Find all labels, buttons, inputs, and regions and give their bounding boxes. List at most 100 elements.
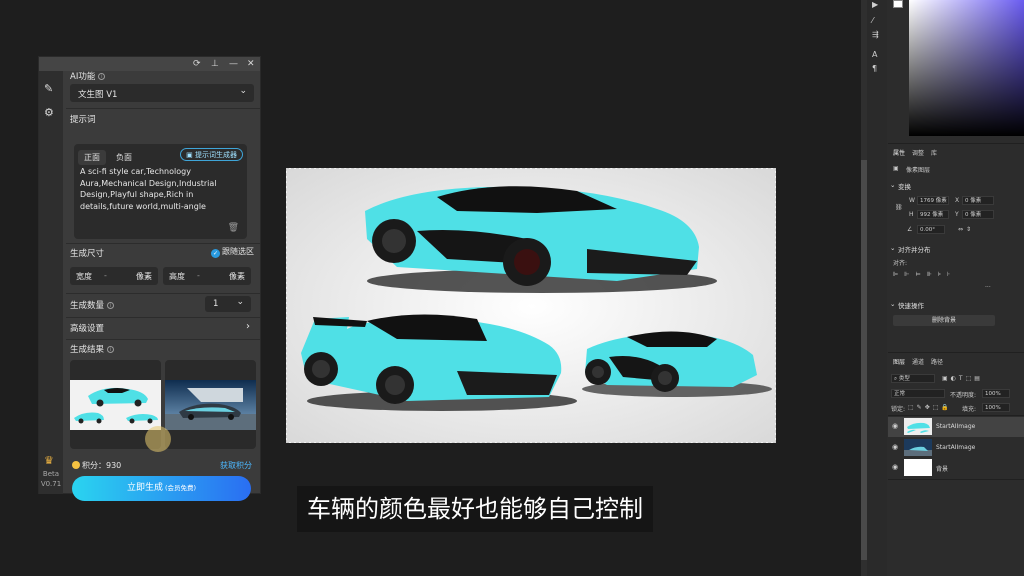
info-icon: i xyxy=(98,73,106,80)
pin-icon[interactable]: ⊥ xyxy=(211,58,219,70)
model-select[interactable]: 文生图 V1 ⌄ xyxy=(70,84,254,102)
remove-background-button[interactable]: 删除背景 xyxy=(893,315,995,326)
angle-input[interactable]: 0.00° xyxy=(917,225,945,234)
character-icon[interactable]: A xyxy=(872,50,877,59)
count-select[interactable]: 1 ⌄ xyxy=(205,296,251,312)
chevron-down-icon[interactable]: ⌄ xyxy=(890,244,895,252)
mouse-cursor-highlight xyxy=(145,426,171,452)
opacity-label: 不透明度: xyxy=(950,392,977,399)
align-buttons-icon[interactable]: ⊫⊩⊨⊪⊧⊦ xyxy=(893,271,956,278)
close-icon[interactable]: ✕ xyxy=(247,58,255,70)
refresh-icon[interactable]: ⟳ xyxy=(193,58,201,70)
color-picker-field[interactable] xyxy=(909,0,1024,136)
chevron-down-icon: ⌄ xyxy=(236,297,244,307)
divider xyxy=(888,143,1024,144)
align-label: 对齐: xyxy=(893,260,908,267)
info-icon: i xyxy=(107,346,115,353)
get-points-link[interactable]: 获取积分 xyxy=(220,460,252,471)
tab-negative[interactable]: 负面 xyxy=(110,150,138,165)
flip-icons[interactable]: ⇔⇕ xyxy=(958,226,974,233)
tab-positive[interactable]: 正面 xyxy=(78,150,106,165)
pixel-layer-icon: ▣ xyxy=(893,165,899,172)
canvas-image[interactable] xyxy=(286,168,776,443)
layer-row[interactable]: ◉ 背景 xyxy=(888,458,1024,478)
brush-settings-icon[interactable]: ⁄ xyxy=(872,16,873,25)
pixel-layer-label: 像素图层 xyxy=(906,167,931,174)
car-render-image xyxy=(287,169,775,442)
layer-thumbnail xyxy=(904,439,932,456)
trash-icon[interactable]: 🗑 xyxy=(228,223,239,233)
points-display: 积分：930 xyxy=(72,460,121,471)
layer-row[interactable]: ◉ StartAIImage xyxy=(888,438,1024,458)
brush-icon[interactable]: ✎ xyxy=(44,82,53,95)
align-heading: 对齐并分布 xyxy=(898,246,931,254)
size-heading: 生成尺寸 xyxy=(70,249,105,259)
crown-icon: ♛ xyxy=(44,454,54,467)
width-field[interactable]: 宽度 - 像素 xyxy=(70,267,158,285)
eye-icon[interactable]: ◉ xyxy=(892,443,898,451)
tab-paths[interactable]: 路径 xyxy=(931,357,943,366)
count-heading: 生成数量 i xyxy=(70,299,115,311)
divider xyxy=(66,317,260,318)
chevron-right-icon[interactable]: › xyxy=(246,321,250,332)
chevron-down-icon[interactable]: ⌄ xyxy=(890,300,895,308)
fill-input[interactable]: 100% xyxy=(982,403,1010,412)
filter-icons[interactable]: ▣◐T⬚▤ xyxy=(942,375,983,382)
layer-name[interactable]: StartAIImage xyxy=(936,444,975,451)
divider xyxy=(66,108,260,109)
layer-thumbnail xyxy=(904,459,932,476)
result-image-2 xyxy=(165,380,256,430)
tab-channels[interactable]: 通道 xyxy=(912,357,924,366)
height-input[interactable]: 992 像素 xyxy=(917,210,949,219)
h-label: H xyxy=(909,211,914,218)
fill-label: 填充: xyxy=(962,406,977,413)
result-image-1 xyxy=(70,380,161,430)
layer-name[interactable]: StartAIImage xyxy=(936,423,975,430)
generate-now-button[interactable]: 立即生成 (会员免费) xyxy=(72,476,251,501)
version-label: V0.71 xyxy=(40,480,62,488)
prompt-generator-button[interactable]: ▣ 提示词生成器 xyxy=(180,148,243,161)
follow-selection-checkbox[interactable]: ✓ 跟随选区 xyxy=(211,246,254,258)
check-icon: ✓ xyxy=(211,249,220,258)
opacity-input[interactable]: 100% xyxy=(982,389,1010,398)
layer-kind-filter[interactable]: ⌕ 类型 xyxy=(891,374,935,383)
sliders-icon[interactable]: ⇶ xyxy=(872,30,879,39)
layer-row[interactable]: ◉ StartAIImage xyxy=(888,417,1024,437)
foreground-color-swatch[interactable] xyxy=(893,0,903,8)
eye-icon[interactable]: ◉ xyxy=(892,463,898,471)
tab-layers[interactable]: 图层 xyxy=(893,357,905,366)
height-field[interactable]: 高度 - 像素 xyxy=(163,267,251,285)
chevron-down-icon: ⌄ xyxy=(239,86,247,96)
blend-mode-select[interactable]: 正常 xyxy=(891,389,945,398)
prompt-heading: 提示词 xyxy=(70,115,96,125)
results-heading: 生成结果 i xyxy=(70,343,115,355)
eye-icon[interactable]: ◉ xyxy=(892,422,898,430)
lock-icons[interactable]: ⬚✎✥⬚🔒 xyxy=(908,404,952,411)
link-icon[interactable]: ⛓ xyxy=(895,204,903,211)
advanced-settings-row[interactable]: 高级设置 xyxy=(70,322,104,334)
more-icon[interactable]: ··· xyxy=(985,284,991,291)
video-subtitle: 车辆的颜色最好也能够自己控制 xyxy=(297,486,653,532)
divider xyxy=(888,415,1024,416)
plugin-sidebar: ✎ ⚙ ♛ Beta V0.71 xyxy=(39,71,63,494)
model-select-value: 文生图 V1 xyxy=(78,90,118,100)
y-input[interactable]: 0 像素 xyxy=(962,210,994,219)
divider xyxy=(66,293,260,294)
minimize-icon[interactable]: — xyxy=(229,58,238,70)
result-thumbnail-2[interactable] xyxy=(165,360,256,449)
divider xyxy=(66,243,260,244)
paragraph-icon[interactable]: ¶ xyxy=(872,64,877,73)
tab-properties[interactable]: 属性 xyxy=(893,148,905,157)
gear-icon[interactable]: ⚙ xyxy=(44,106,54,119)
x-input[interactable]: 0 像素 xyxy=(962,196,994,205)
tab-libraries[interactable]: 库 xyxy=(931,148,937,157)
chevron-down-icon[interactable]: ⌄ xyxy=(890,181,895,189)
transform-heading: 变换 xyxy=(898,183,911,191)
width-input[interactable]: 1769 像素 xyxy=(917,196,949,205)
quick-actions-heading: 快速操作 xyxy=(898,302,924,310)
prompt-textarea[interactable]: A sci-fi style car,Technology Aura,Mecha… xyxy=(80,166,245,212)
play-icon[interactable]: ▶ xyxy=(872,0,878,9)
search-icon: ⌕ xyxy=(894,376,898,382)
tab-adjustments[interactable]: 调整 xyxy=(912,148,924,157)
layer-name[interactable]: 背景 xyxy=(936,464,948,473)
